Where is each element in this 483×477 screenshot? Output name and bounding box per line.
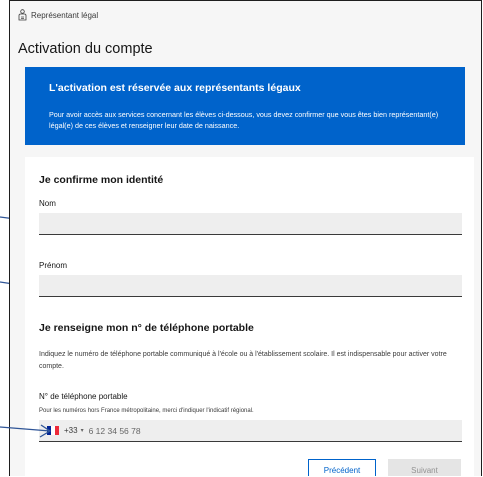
next-button[interactable]: Suivant — [388, 459, 461, 476]
nom-input[interactable] — [39, 213, 462, 235]
previous-button[interactable]: Précédent — [308, 459, 376, 476]
breadcrumb-label: Représentant légal — [31, 10, 99, 20]
prenom-label: Prénom — [39, 261, 68, 270]
nom-label: Nom — [39, 199, 56, 208]
phone-input[interactable]: +33 ▾ 6 12 34 56 78 — [39, 420, 462, 442]
info-banner: L'activation est réservée aux représenta… — [25, 67, 465, 145]
country-prefix[interactable]: +33 — [64, 426, 78, 435]
banner-title: L'activation est réservée aux représenta… — [49, 82, 301, 94]
prenom-input[interactable] — [39, 275, 462, 297]
phone-heading: Je renseigne mon n° de téléphone portabl… — [39, 322, 254, 334]
phone-label: N° de téléphone portable — [39, 392, 128, 401]
chevron-down-icon[interactable]: ▾ — [81, 427, 84, 434]
breadcrumb: Représentant légal — [18, 9, 98, 21]
annotation-arrow-phone — [0, 424, 52, 438]
form-card: Je confirme mon identité Nom Prénom Je r… — [25, 157, 474, 476]
banner-text: Pour avoir accès aux services concernant… — [49, 110, 439, 130]
identity-heading: Je confirme mon identité — [39, 174, 164, 186]
phone-description: Indiquez le numéro de téléphone portable… — [39, 351, 447, 370]
phone-hint: Pour les numéros hors France métropolita… — [39, 408, 254, 414]
user-role-icon — [18, 9, 27, 21]
phone-placeholder: 6 12 34 56 78 — [88, 425, 141, 436]
app-frame: Représentant légal Activation du compte … — [9, 0, 482, 476]
page-title: Activation du compte — [18, 41, 153, 57]
